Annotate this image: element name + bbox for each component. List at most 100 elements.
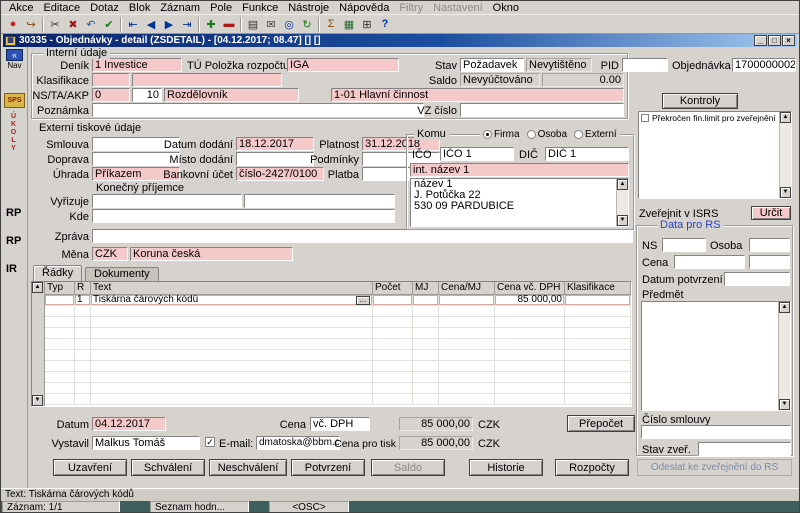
table-row[interactable] [45,339,631,350]
cell-pocet[interactable] [373,306,413,317]
delete-record-icon[interactable]: ▬ [220,16,238,32]
rs-cislo-smlouvy-field[interactable] [641,425,791,439]
close-button[interactable]: × [782,35,795,46]
vz-cislo-field[interactable] [460,103,624,117]
cell-klasifikace[interactable] [565,394,631,405]
col-text[interactable]: Text [91,282,373,295]
cell-klasifikace[interactable] [565,361,631,372]
vystavil-field[interactable]: Malkus Tomáš [92,436,200,450]
cell-cena-dph[interactable] [495,350,565,361]
tab-radky[interactable]: Řádky [33,265,82,281]
ico-field[interactable]: IČO 1 [440,147,514,161]
cell-klasifikace[interactable] [565,328,631,339]
sidebar-item-ukoly[interactable]: ÚKOLY [10,113,17,153]
cell-text[interactable] [91,372,373,383]
cell-cena-mj[interactable] [439,295,495,306]
sidebar-item-ir[interactable]: IR [6,263,17,275]
refresh-icon[interactable]: ↻ [298,16,316,32]
neschvaleni-button[interactable]: Neschválení [209,459,287,476]
stav-field[interactable]: Požadavek [460,58,524,72]
cell-mj[interactable] [413,372,439,383]
kontroly-listbox[interactable]: Překročen fin.limit pro zveřejnění ▲ ▼ [638,111,792,199]
scroll-down-icon[interactable]: ▼ [779,399,790,410]
address-scrollbar[interactable]: ▲ ▼ [616,179,628,226]
ta-field[interactable]: 10 [132,88,162,102]
kde-field[interactable] [92,209,395,223]
cell-cena-mj[interactable] [439,361,495,372]
cell-typ[interactable] [45,306,75,317]
col-radek[interactable]: Ř [75,282,91,295]
cell-klasifikace[interactable] [565,295,631,306]
more-icon[interactable]: ... [356,296,370,305]
menu-dotaz[interactable]: Dotaz [85,1,124,15]
cell-cena-mj[interactable] [439,394,495,405]
table-row[interactable] [45,372,631,383]
col-typ[interactable]: Typ [45,282,75,295]
datum-dodani-field[interactable]: 18.12.2017 [236,137,314,151]
pid-field[interactable] [622,58,668,72]
cell-pocet[interactable] [373,339,413,350]
cell-mj[interactable] [413,339,439,350]
scroll-down-icon[interactable]: ▼ [32,395,43,406]
radio-osoba[interactable]: Osoba [527,129,567,140]
exit-icon[interactable]: ↪ [22,16,40,32]
cena-mode-field[interactable]: vč. DPH [310,417,370,431]
cell-klasifikace[interactable] [565,339,631,350]
int-nazev-field[interactable]: int. název 1 [410,163,629,177]
cell-text[interactable] [91,328,373,339]
cell-mj[interactable] [413,383,439,394]
ns-field[interactable]: 0 [92,88,130,102]
document-titlebar[interactable]: ▦ 30335 - Objednávky - detail (ZSDETAIL)… [3,34,797,47]
cell-pocet[interactable] [373,328,413,339]
cell-cena-dph[interactable] [495,394,565,405]
cell-pocet[interactable] [373,383,413,394]
cell-cena-dph[interactable] [495,328,565,339]
first-record-icon[interactable]: ⇤ [124,16,142,32]
cell-typ[interactable] [45,350,75,361]
sidebar-item-rp1[interactable]: RP [6,207,21,219]
scroll-up-icon[interactable]: ▲ [617,179,628,190]
mail-icon[interactable]: ✉ [262,16,280,32]
cell-cena-mj[interactable] [439,306,495,317]
cell-cena-mj[interactable] [439,372,495,383]
prev-record-icon[interactable]: ◀ [142,16,160,32]
sidebar-item-rp2[interactable]: RP [6,235,21,247]
cell-klasifikace[interactable] [565,372,631,383]
poznamka-field[interactable] [92,103,424,117]
kontroly-check-item[interactable]: Překročen fin.limit pro zveřejnění [639,112,791,123]
checkbox-icon[interactable] [641,114,649,122]
radio-firma[interactable]: Firma [483,129,520,140]
col-pocet[interactable]: Počet [373,282,413,295]
rozdelovnik-field[interactable]: Rozdělovník [164,88,299,102]
dic-field[interactable]: DIČ 1 [545,147,629,161]
prepocet-button[interactable]: Přepočet [567,415,635,432]
cell-mj[interactable] [413,394,439,405]
cell-typ[interactable] [45,361,75,372]
menu-zaznam[interactable]: Záznam [155,1,205,15]
table-row[interactable] [45,317,631,328]
cell-pocet[interactable] [373,361,413,372]
historie-button[interactable]: Historie [469,459,543,476]
cell-typ[interactable] [45,372,75,383]
cell-typ[interactable] [45,295,75,306]
cell-text[interactable]: Tiskárna čárových kódů ... [91,295,373,306]
zprava-field[interactable] [92,229,633,243]
bankovni-ucet-field[interactable]: číslo-2427/0100 [236,167,324,181]
cell-radek[interactable] [75,328,91,339]
scroll-down-icon[interactable]: ▼ [617,215,628,226]
cell-radek[interactable]: 1 [75,295,91,306]
col-mj[interactable]: MJ [413,282,439,295]
cell-cena-dph[interactable] [495,372,565,383]
cell-mj[interactable] [413,317,439,328]
cell-cena-dph[interactable] [495,339,565,350]
cell-radek[interactable] [75,383,91,394]
scroll-down-icon[interactable]: ▼ [780,187,791,198]
klasifikace-field-1[interactable] [92,73,130,87]
cinnost-field[interactable]: 1-01 Hlavní činnost [331,88,624,102]
table-row[interactable] [45,350,631,361]
misto-dodani-field[interactable] [236,152,314,166]
menu-okno[interactable]: Okno [488,1,524,15]
cell-text[interactable] [91,383,373,394]
cell-typ[interactable] [45,339,75,350]
cell-cena-dph[interactable] [495,361,565,372]
